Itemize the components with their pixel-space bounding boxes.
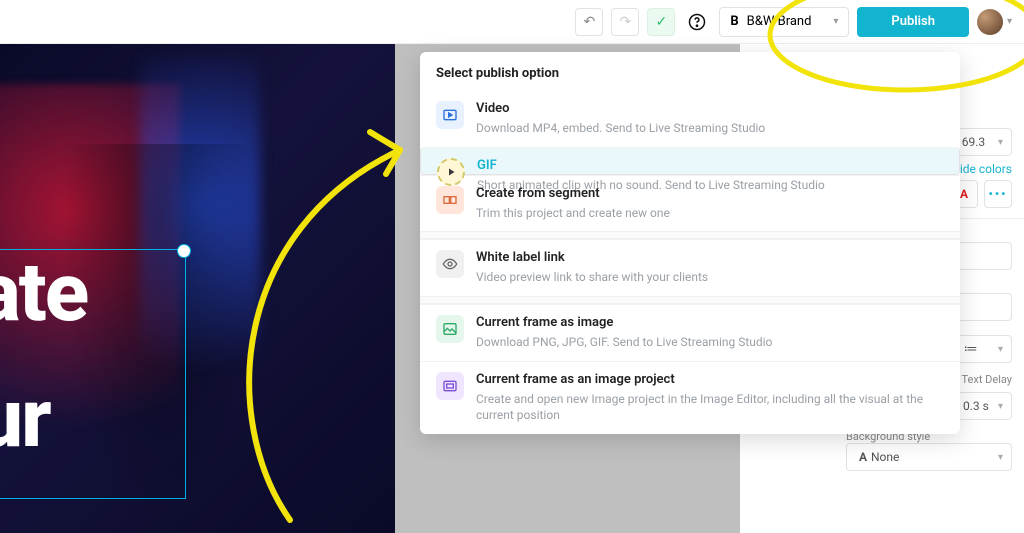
- redo-button[interactable]: ↷: [611, 8, 639, 36]
- option-title: Video: [476, 101, 944, 118]
- publish-option-gif[interactable]: GIF Short animated clip with no sound. S…: [420, 147, 960, 175]
- text-delay-field[interactable]: 0.3 s ▾: [954, 392, 1012, 420]
- chevron-down-icon: ▾: [833, 16, 838, 27]
- option-desc: Create and open new Image project in the…: [476, 391, 944, 425]
- bg-style-value: None: [871, 450, 899, 464]
- option-desc: Trim this project and create new one: [476, 205, 944, 222]
- account-menu[interactable]: ▾: [977, 9, 1012, 35]
- text-line-1: ate: [0, 250, 185, 336]
- chevron-down-icon: ▾: [998, 137, 1003, 148]
- brand-select[interactable]: B B&W Brand ▾: [719, 7, 849, 37]
- option-title: Create from segment: [476, 186, 944, 203]
- option-title: Current frame as an image project: [476, 372, 944, 389]
- image-icon: [436, 315, 464, 343]
- publish-option-frame-image[interactable]: Current frame as image Download PNG, JPG…: [420, 304, 960, 361]
- brand-label: B&W Brand: [747, 14, 812, 29]
- option-desc: Download MP4, embed. Send to Live Stream…: [476, 120, 944, 137]
- list-icon: ≔: [964, 341, 978, 357]
- canvas-preview[interactable]: ate ur: [0, 44, 395, 533]
- chevron-down-icon: ▾: [1007, 16, 1012, 27]
- segment-icon: [436, 186, 464, 214]
- chevron-down-icon: ▾: [998, 452, 1003, 463]
- option-title: Current frame as image: [476, 315, 944, 332]
- publish-button[interactable]: Publish: [857, 7, 969, 37]
- help-icon: [688, 13, 706, 31]
- chevron-down-icon: ▾: [998, 401, 1003, 412]
- more-colors-chip[interactable]: •••: [984, 180, 1012, 208]
- selected-text-box[interactable]: ate ur: [0, 249, 186, 499]
- chevron-down-icon: ▾: [998, 344, 1003, 355]
- avatar: [977, 9, 1003, 35]
- text-line-2: ur: [0, 376, 185, 462]
- delay-value: 0.3 s: [963, 399, 989, 413]
- popover-title: Select publish option: [420, 52, 960, 91]
- option-desc: Download PNG, JPG, GIF. Send to Live Str…: [476, 334, 944, 351]
- bg-style-a-icon: A: [855, 450, 871, 464]
- help-button[interactable]: [683, 8, 711, 36]
- saved-check-button[interactable]: ✓: [647, 8, 675, 36]
- video-icon: [436, 101, 464, 129]
- option-title: GIF: [477, 158, 943, 175]
- gif-icon: [437, 158, 465, 186]
- publish-option-frame-project[interactable]: Current frame as an image project Create…: [420, 361, 960, 434]
- image-project-icon: [436, 372, 464, 400]
- top-toolbar: ↶ ↷ ✓ B B&W Brand ▾ Publish ▾: [0, 0, 1024, 44]
- brand-bold-icon: B: [730, 14, 738, 29]
- option-desc: Video preview link to share with your cl…: [476, 269, 944, 286]
- bg-style-select[interactable]: A None ▾: [846, 443, 1012, 471]
- eye-icon: [436, 250, 464, 278]
- option-title: White label link: [476, 250, 944, 267]
- list-style-select[interactable]: ≔ ▾: [955, 335, 1012, 363]
- publish-option-whitelabel[interactable]: White label link Video preview link to s…: [420, 239, 960, 296]
- publish-popover: Select publish option Video Download MP4…: [420, 52, 960, 434]
- undo-button[interactable]: ↶: [575, 8, 603, 36]
- publish-option-video[interactable]: Video Download MP4, embed. Send to Live …: [420, 91, 960, 147]
